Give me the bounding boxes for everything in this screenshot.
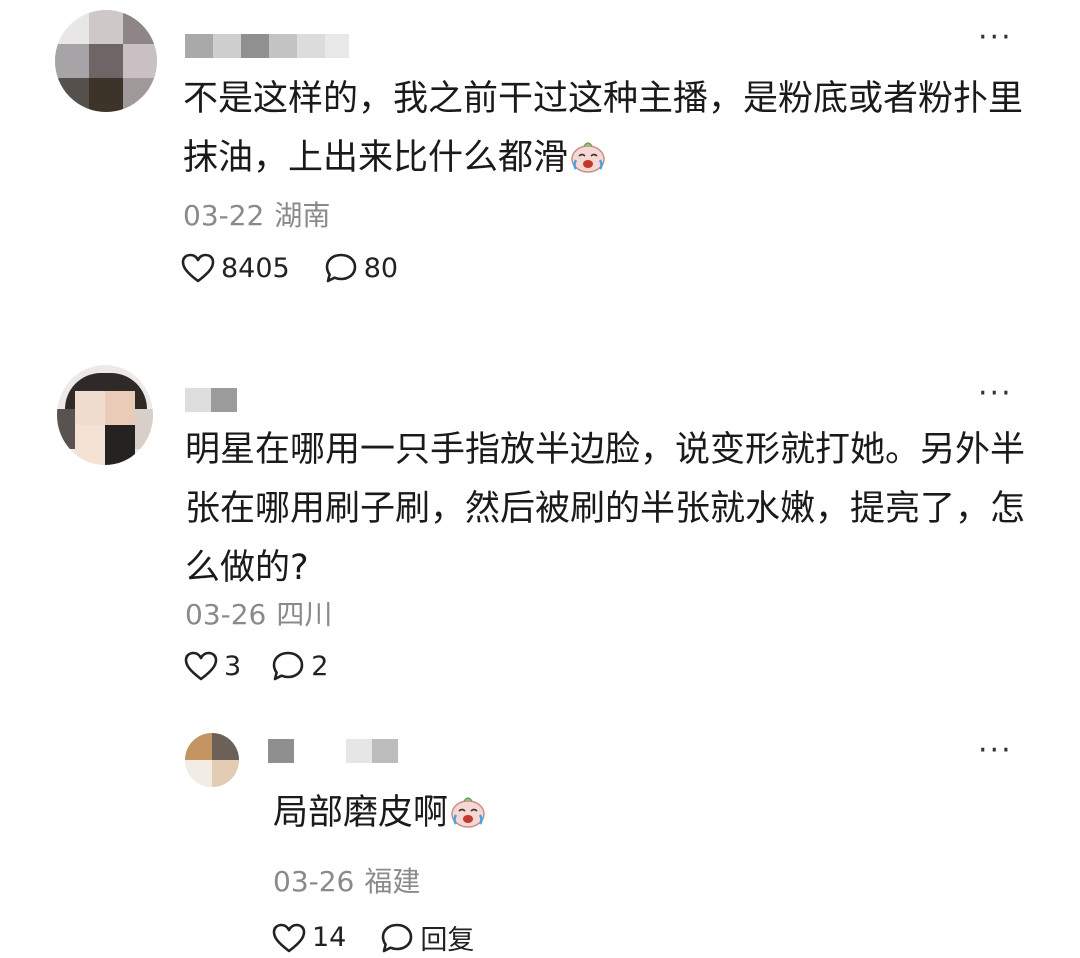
comment-meta: 03-26 福建: [273, 860, 420, 900]
reply-button[interactable]: 回复: [380, 918, 474, 957]
username-blurred[interactable]: [268, 739, 398, 763]
crying-laughing-emoji-icon: [451, 797, 485, 828]
like-button[interactable]: 14: [272, 922, 346, 953]
comment-actions: 14 回复: [272, 918, 474, 957]
heart-outline-icon: [272, 923, 306, 952]
more-dots-icon[interactable]: ···: [978, 736, 1013, 766]
speech-bubble-icon: [382, 923, 413, 952]
like-count: 14: [312, 922, 347, 953]
reply-1: ··· 局部磨皮啊 03-26 福建 14 回复: [0, 0, 1080, 958]
comment-text: 局部磨皮啊: [273, 784, 486, 843]
comment-location: 福建: [364, 865, 421, 898]
avatar[interactable]: [185, 733, 239, 787]
reply-label: 回复: [420, 925, 475, 956]
comment-date: 03-26: [273, 865, 355, 898]
